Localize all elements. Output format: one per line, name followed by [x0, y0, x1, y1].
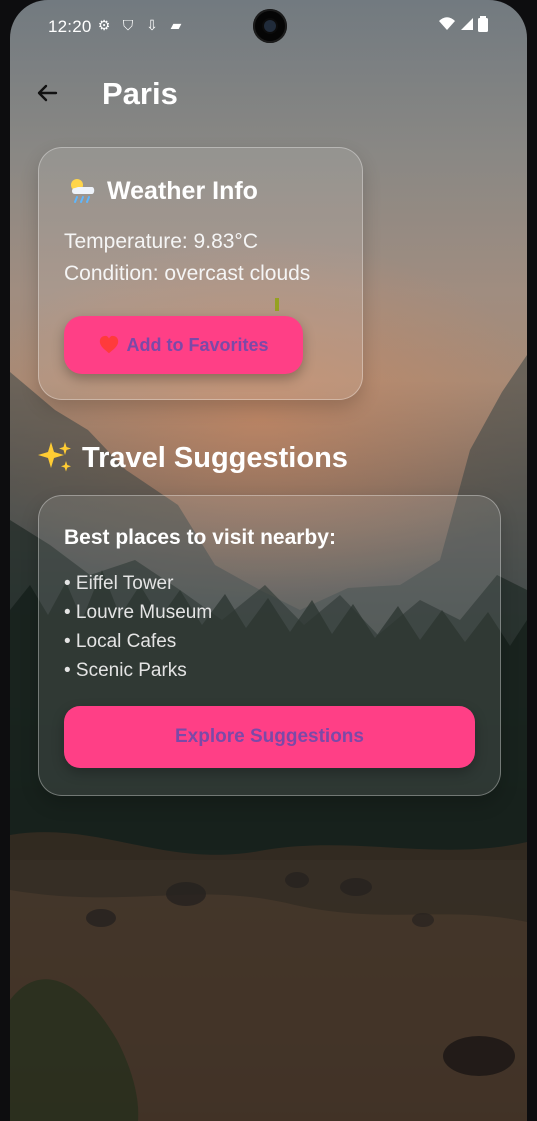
signal-icon [461, 18, 473, 30]
travel-section-title: Travel Suggestions [38, 440, 348, 476]
list-item: • Local Cafes [64, 631, 177, 652]
weather-card: Weather Info Temperature: 9.83°C Conditi… [38, 147, 363, 400]
travel-title-text: Travel Suggestions [82, 441, 348, 474]
list-item: • Louvre Museum [64, 602, 213, 623]
cloud-sun-rain-icon [71, 179, 95, 203]
list-item: • Scenic Parks [64, 660, 187, 681]
phone-device: 12:20 ⚙ ⛉ ⇩ ▰ Paris Weather Info Tempera… [0, 0, 537, 1121]
status-icons-right [438, 16, 488, 32]
arrow-left-icon [37, 84, 58, 102]
wifi-icon [439, 17, 455, 30]
shield-icon: ⛉ [122, 17, 134, 33]
travel-suggestions-card: Best places to visit nearby: • Eiffel To… [38, 495, 501, 796]
add-to-favorites-label: Add to Favorites [126, 334, 269, 355]
sd-card-icon: ▰ [170, 17, 182, 33]
front-camera [253, 9, 287, 43]
gear-icon: ⚙ [97, 17, 111, 33]
status-bar: 12:20 ⚙ ⛉ ⇩ ▰ [10, 0, 527, 52]
app-screen: 12:20 ⚙ ⛉ ⇩ ▰ Paris Weather Info Tempera… [10, 0, 527, 1121]
suggestions-list: • Eiffel Tower • Louvre Museum • Local C… [64, 569, 212, 685]
page-title: Paris [102, 76, 178, 111]
explore-suggestions-label: Explore Suggestions [175, 726, 364, 747]
suggestions-subtitle: Best places to visit nearby: [64, 526, 336, 549]
sparkles-icon [38, 442, 71, 472]
text-cursor-marker [275, 298, 279, 311]
condition-text: Condition: overcast clouds [64, 262, 311, 285]
explore-suggestions-button[interactable]: Explore Suggestions [64, 706, 475, 768]
back-button[interactable] [32, 78, 62, 108]
weather-title-text: Weather Info [107, 176, 258, 205]
app-header: Paris [10, 60, 527, 130]
status-time: 12:20 [48, 17, 92, 36]
temperature-text: Temperature: 9.83°C [64, 230, 258, 253]
list-item: • Eiffel Tower [64, 573, 174, 594]
battery-icon [478, 16, 488, 32]
weather-title: Weather Info [67, 176, 258, 206]
download-icon: ⇩ [146, 17, 158, 33]
add-to-favorites-button[interactable]: Add to Favorites [64, 316, 303, 374]
heart-icon [100, 335, 119, 354]
status-icons-left: ⚙ ⛉ ⇩ ▰ [96, 17, 184, 33]
